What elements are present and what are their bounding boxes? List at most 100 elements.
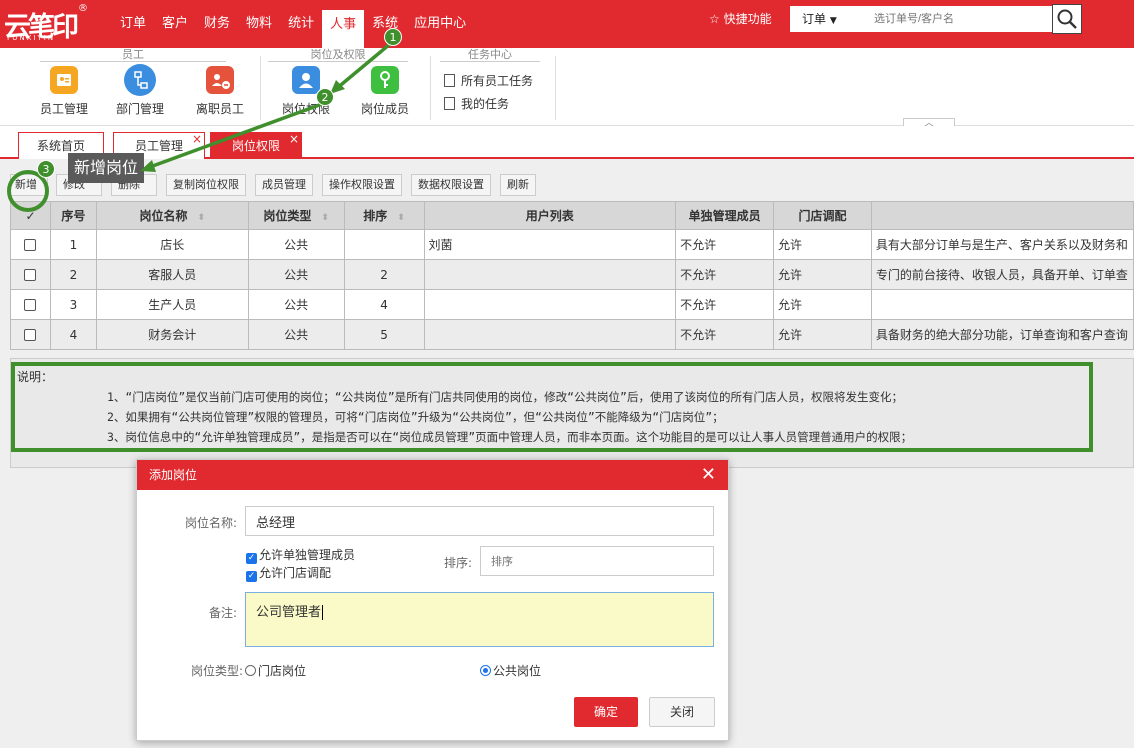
add-post-tooltip: 新增岗位 — [68, 153, 145, 183]
cell-remark — [870, 289, 1134, 320]
sort-icon[interactable]: ⬍ — [397, 213, 405, 223]
note-line-1: 1、“门店岗位”是仅当前门店可使用的岗位；“公共岗位”是所有门店共同使用的岗位，… — [107, 390, 903, 404]
remark-label: 备注: — [208, 606, 237, 620]
close-icon[interactable]: × — [289, 126, 299, 152]
document-icon — [444, 97, 455, 110]
notes-panel: 说明： 1、“门店岗位”是仅当前门店可使用的岗位；“公共岗位”是所有门店共同使用… — [10, 358, 1134, 468]
tab-home-label: 系统首页 — [36, 139, 85, 153]
cell-type: 公共 — [247, 259, 345, 290]
cell-store: 允许 — [773, 289, 872, 320]
staff-mgmt-button[interactable]: 员工管理 — [36, 66, 92, 117]
page-tabs: 系统首页 员工管理 × 岗位权限 × — [0, 126, 1134, 159]
table-row[interactable]: 3 生产人员 公共 4 不允许 允许 — [10, 289, 1134, 320]
row-checkbox[interactable] — [24, 269, 37, 281]
table-row[interactable]: 4 财务会计 公共 5 不允许 允许 具备财务的绝大部分功能，订单查询和客户查询 — [10, 319, 1134, 350]
group-title-post: 岗位及权限 — [268, 48, 408, 62]
data-permission-button[interactable]: 数据权限设置 — [411, 174, 491, 196]
remark-textarea[interactable]: 公司管理者 — [245, 592, 714, 647]
nav-orders[interactable]: 订单 — [112, 0, 154, 48]
cell-no: 3 — [49, 289, 97, 320]
cell-store: 允许 — [773, 259, 872, 290]
user-badge-icon — [292, 66, 320, 94]
post-members-label: 岗位成员 — [360, 102, 409, 116]
step-badge-2: 2 — [316, 88, 334, 106]
col-header-name[interactable]: 岗位名称 ⬍ — [95, 201, 249, 230]
close-button[interactable]: 关闭 — [649, 697, 715, 727]
cell-separate: 不允许 — [675, 259, 775, 290]
dialog-title: 添加岗位 — [149, 468, 198, 482]
refresh-button[interactable]: 刷新 — [500, 174, 536, 196]
close-icon[interactable]: ✕ — [701, 460, 716, 490]
type-store-radio[interactable]: 门店岗位 — [245, 662, 306, 679]
cell-order: 5 — [343, 319, 425, 350]
sort-icon[interactable]: ⬍ — [321, 213, 329, 223]
copy-permission-button[interactable]: 复制岗位权限 — [166, 174, 246, 196]
allow-separate-checkbox[interactable]: ✓ 允许单独管理成员 — [246, 546, 355, 564]
radio-selected-icon — [480, 665, 491, 676]
nav-statistics[interactable]: 统计 — [280, 0, 322, 48]
nav-materials[interactable]: 物料 — [238, 0, 280, 48]
table-row[interactable]: 2 客服人员 公共 2 不允许 允许 专门的前台接待、收银人员，具备开单、订单查 — [10, 259, 1134, 290]
close-icon[interactable]: × — [192, 126, 202, 152]
step-badge-1: 1 — [384, 28, 402, 46]
order-input[interactable] — [480, 546, 714, 576]
logo-registered-mark: ® — [78, 3, 88, 14]
nav-customers[interactable]: 客户 — [154, 0, 196, 48]
post-name-input[interactable] — [245, 506, 714, 536]
search-type-value: 订单 — [802, 12, 827, 26]
post-members-button[interactable]: 岗位成员 — [357, 66, 413, 117]
row-checkbox[interactable] — [24, 299, 37, 311]
nav-finance[interactable]: 财务 — [196, 0, 238, 48]
nav-app-center[interactable]: 应用中心 — [406, 0, 474, 48]
tab-post-perm[interactable]: 岗位权限 × — [210, 132, 302, 159]
col-header-users: 用户列表 — [423, 201, 677, 230]
row-checkbox[interactable] — [24, 329, 37, 341]
cell-users — [423, 259, 677, 290]
search-type-select[interactable]: 订单 ▼ — [790, 6, 860, 32]
cell-separate: 不允许 — [675, 319, 775, 350]
function-ribbon: 员工 岗位及权限 任务中心 员工管理 部门管理 离职员工 岗位权限 岗位成员 所… — [0, 48, 1134, 126]
allow-store-checkbox[interactable]: ✓ 允许门店调配 — [246, 564, 331, 582]
col-header-no: 序号 — [49, 201, 97, 230]
org-chart-icon — [124, 64, 156, 96]
search-input[interactable] — [860, 6, 1052, 32]
task-all-staff[interactable]: 所有员工任务 — [444, 72, 533, 89]
task-mine[interactable]: 我的任务 — [444, 95, 509, 112]
allow-store-label: 允许门店调配 — [259, 566, 332, 580]
member-mgmt-button[interactable]: 成员管理 — [255, 174, 313, 196]
tab-post-perm-label: 岗位权限 — [231, 139, 280, 153]
cell-type: 公共 — [247, 319, 345, 350]
dept-mgmt-label: 部门管理 — [115, 102, 164, 116]
search-button[interactable] — [1052, 4, 1082, 34]
cell-name: 客服人员 — [95, 259, 249, 290]
row-checkbox[interactable] — [24, 239, 37, 251]
add-post-dialog: 添加岗位 ✕ 岗位名称: ✓允许单独管理成员 ✓允许门店调配 排序: 备注: 公… — [136, 459, 729, 741]
quick-functions[interactable]: ☆ 快捷功能 — [709, 0, 772, 38]
sort-icon[interactable]: ⬍ — [198, 213, 206, 223]
divider — [430, 56, 431, 120]
table-row[interactable]: 1 店长 公共 刘菌 不允许 允许 具有大部分订单与是生产、客户关系以及财务和 — [10, 229, 1134, 260]
nav-hr[interactable]: 人事 — [322, 10, 365, 48]
check-icon: ✓ — [246, 553, 257, 564]
note-line-2: 2、如果拥有“公共岗位管理”权限的管理员，可将“门店岗位”升级为“公共岗位”，但… — [107, 410, 724, 424]
resigned-staff-button[interactable]: 离职员工 — [190, 66, 250, 117]
star-icon: ☆ — [709, 12, 720, 26]
cell-type: 公共 — [247, 229, 345, 260]
col-header-order[interactable]: 排序 ⬍ — [343, 201, 425, 230]
dept-mgmt-button[interactable]: 部门管理 — [112, 64, 168, 117]
cell-remark: 专门的前台接待、收银人员，具备开单、订单查 — [870, 259, 1134, 290]
dialog-header: 添加岗位 ✕ — [137, 460, 728, 490]
text-cursor — [322, 605, 324, 620]
remark-value: 公司管理者 — [256, 605, 322, 620]
confirm-button[interactable]: 确定 — [574, 697, 638, 727]
col-header-type[interactable]: 岗位类型 ⬍ — [247, 201, 345, 230]
quick-functions-label: 快捷功能 — [723, 12, 772, 26]
type-store-label: 门店岗位 — [258, 664, 307, 678]
chevron-down-icon: ▼ — [829, 16, 837, 26]
op-permission-button[interactable]: 操作权限设置 — [322, 174, 402, 196]
check-icon: ✓ — [246, 571, 257, 582]
type-public-radio[interactable]: 公共岗位 — [480, 662, 541, 679]
step-badge-3: 3 — [37, 160, 55, 178]
group-title-task: 任务中心 — [440, 48, 540, 62]
cell-no: 1 — [49, 229, 97, 260]
